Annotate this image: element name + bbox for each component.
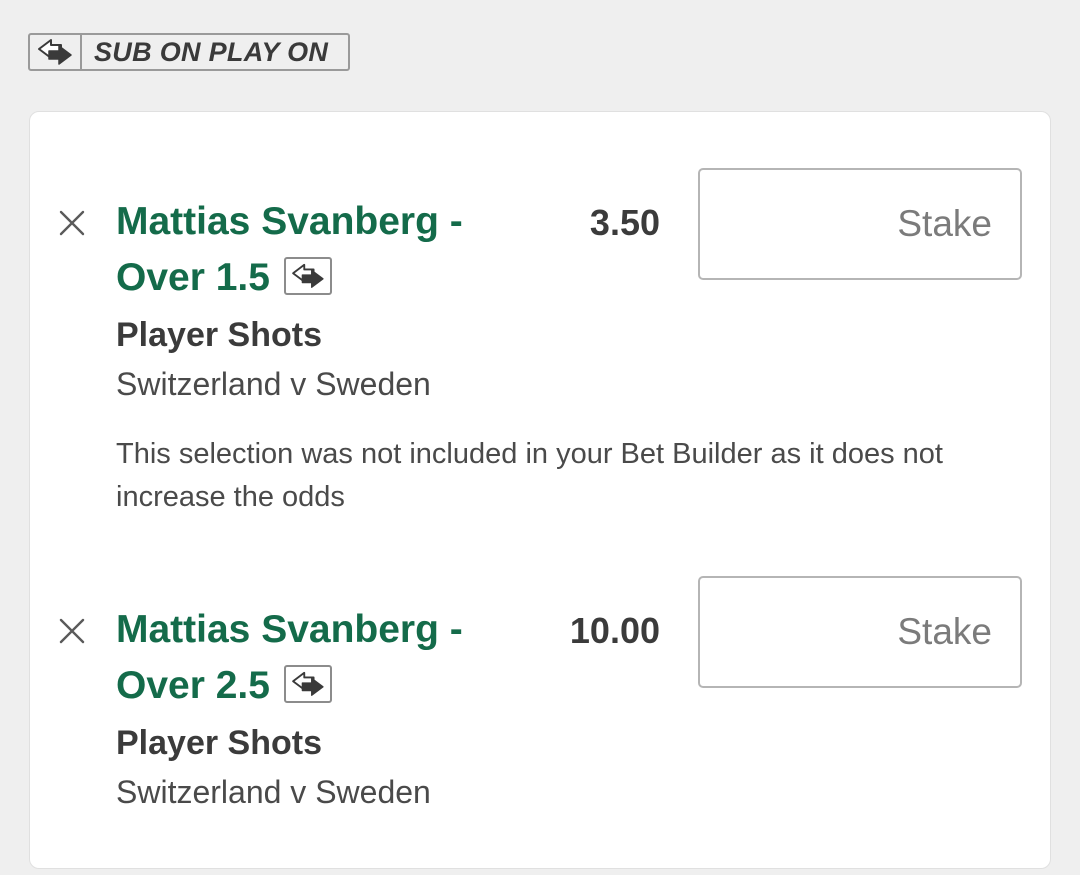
selection-odds[interactable]: 10.00 [570, 610, 660, 652]
close-icon [59, 618, 85, 644]
remove-selection-button[interactable] [54, 613, 90, 649]
market-name: Player Shots [116, 316, 322, 354]
selection-warning: This selection was not included in your … [116, 438, 943, 513]
betslip-page: SUB ON PLAY ON Mattias Svanberg - Over 1… [0, 0, 1080, 875]
sub-on-play-on-badge: SUB ON PLAY ON [28, 33, 350, 71]
selection-title: Mattias Svanberg - Over 2.5 [116, 602, 516, 714]
swap-arrows-icon [30, 35, 82, 69]
badge-label: SUB ON PLAY ON [94, 36, 329, 67]
sub-on-play-on-icon [283, 256, 332, 295]
stake-input[interactable] [698, 576, 1022, 688]
selection-odds[interactable]: 3.50 [590, 202, 660, 244]
selection-title-line2: Over 2.5 [116, 664, 270, 707]
event-name: Switzerland v Sweden [116, 774, 431, 810]
sub-on-play-on-icon [283, 664, 332, 703]
selection-title-line2: Over 1.5 [116, 256, 270, 299]
selection-title-line1: Mattias Svanberg - [116, 200, 463, 243]
event-name: Switzerland v Sweden [116, 366, 431, 402]
market-name: Player Shots [116, 724, 322, 762]
remove-selection-button[interactable] [54, 205, 90, 241]
selection-title-line1: Mattias Svanberg - [116, 608, 463, 651]
close-icon [59, 210, 85, 236]
selection-title: Mattias Svanberg - Over 1.5 [116, 194, 516, 306]
betslip-card: Mattias Svanberg - Over 1.5 3.50 Player … [29, 111, 1051, 869]
stake-input[interactable] [698, 168, 1022, 280]
